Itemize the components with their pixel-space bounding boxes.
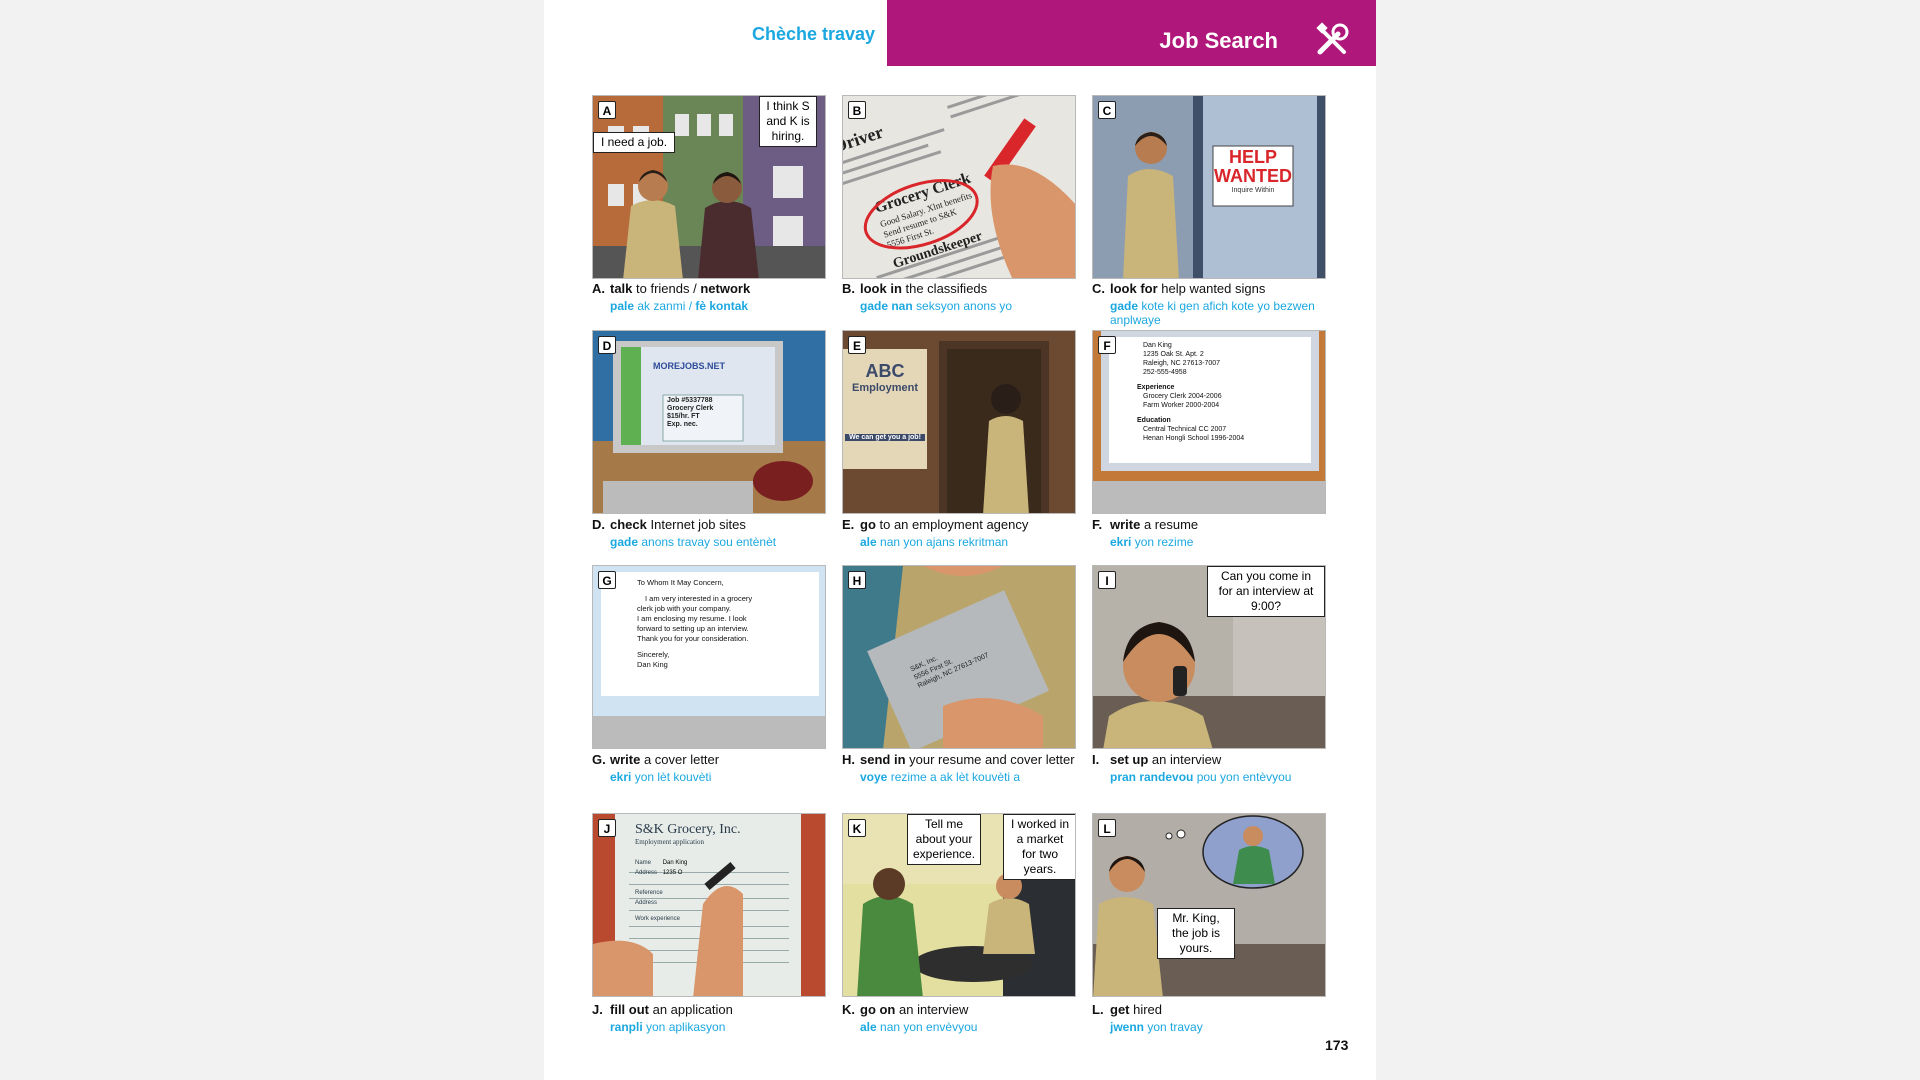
panel-letter: F: [1098, 336, 1116, 354]
caption-d: D. check Internet job sites gade anons tr…: [592, 517, 777, 549]
header-band: Job Search: [887, 0, 1376, 66]
cover-letter-document: To Whom It May Concern, I am very intere…: [637, 578, 753, 669]
panel-h-illustration: H S&K, Inc. 5556 First St. Raleigh, NC 2…: [842, 565, 1076, 749]
panel-letter: G: [598, 571, 616, 589]
speech-bubble: I think S and K is hiring.: [759, 96, 817, 147]
panel-k-illustration: K Tell me about your experience. I worke…: [842, 813, 1076, 997]
panel-letter: J: [598, 819, 616, 837]
panel-e-illustration: E ABC Employment We can get you a job!: [842, 330, 1076, 514]
textbook-page: Chèche travay Job Search A I need a job.…: [544, 0, 1376, 1080]
panel-b-illustration: Driver Grocery Clerk Good Salary. Xlnt b…: [842, 95, 1076, 279]
speech-bubble: Tell me about your experience.: [907, 814, 981, 865]
job-posting: Job #5337788 Grocery Clerk $15/hr. FT Ex…: [667, 397, 714, 428]
panel-d-illustration: D MOREJOBS.NET Job #5337788 Grocery Cler…: [592, 330, 826, 514]
caption-e: E. go to an employment agency ale nan yon…: [842, 517, 1029, 549]
panel-letter: I: [1098, 571, 1116, 589]
help-wanted-sign: HELP WANTED Inquire Within: [1214, 147, 1292, 194]
panel-l-scene: [1093, 814, 1325, 996]
caption-k: K. go on an interview ale nan yon envèvyo…: [842, 1002, 978, 1034]
caption-i: I. set up an interview pran randevou pou …: [1092, 752, 1292, 784]
page-number: 173: [1325, 1037, 1349, 1053]
panel-j-illustration: J S&K Grocery, Inc. Employment applicati…: [592, 813, 826, 997]
agency-poster: ABC Employment We can get you a job!: [845, 361, 925, 441]
panel-c-illustration: C HELP WANTED Inquire Within: [1092, 95, 1326, 279]
speech-bubble: Mr. King, the job is yours.: [1157, 908, 1235, 959]
panel-i-illustration: I Can you come in for an interview at 9:…: [1092, 565, 1326, 749]
caption-c: C. look for help wanted signs gade kote k…: [1092, 281, 1315, 327]
panel-g-illustration: G To Whom It May Concern, I am very inte…: [592, 565, 826, 749]
caption-f: F. write a resume ekri yon rezime: [1092, 517, 1199, 549]
panel-a-illustration: A I need a job. I think S and K is hirin…: [592, 95, 826, 279]
title-creole: Chèche travay: [752, 24, 876, 44]
panel-letter: C: [1098, 101, 1116, 119]
caption-l: L. get hired jwenn yon travay: [1092, 1002, 1203, 1034]
panel-letter: E: [848, 336, 866, 354]
application-form: S&K Grocery, Inc. Employment application…: [635, 822, 741, 922]
speech-bubble: I need a job.: [593, 132, 675, 153]
caption-h: H. send in your resume and cover letter v…: [842, 752, 1075, 784]
panel-letter: D: [598, 336, 616, 354]
title-english: Job Search: [1159, 28, 1278, 53]
caption-a: A. talk to friends / network pale ak zanm…: [592, 281, 751, 313]
panel-b-scene: Driver Grocery Clerk Good Salary. Xlnt b…: [843, 96, 1075, 278]
caption-b: B. look in the classifieds gade nan seksy…: [842, 281, 1013, 313]
caption-j: J. fill out an application ranpli yon apl…: [592, 1002, 733, 1034]
panel-f-illustration: F Dan King 1235 Oak St. Apt. 2 Raleigh, …: [1092, 330, 1326, 514]
speech-bubble: Can you come in for an interview at 9:00…: [1207, 566, 1325, 617]
panel-letter: A: [598, 101, 616, 119]
website-logo: MOREJOBS.NET: [653, 361, 726, 371]
speech-bubble: I worked in a market for two years.: [1003, 814, 1075, 880]
panel-letter: H: [848, 571, 866, 589]
panel-letter: K: [848, 819, 866, 837]
panel-letter: B: [848, 101, 866, 119]
header-left: Chèche travay: [544, 0, 887, 66]
caption-g: G. write a cover letter ekri yon lèt kouv…: [592, 752, 720, 784]
panel-l-illustration: L Mr. King, the job is yours.: [1092, 813, 1326, 997]
panel-letter: L: [1098, 819, 1116, 837]
resume-document: Dan King 1235 Oak St. Apt. 2 Raleigh, NC…: [1137, 342, 1245, 442]
tools-icon: [1316, 22, 1349, 55]
